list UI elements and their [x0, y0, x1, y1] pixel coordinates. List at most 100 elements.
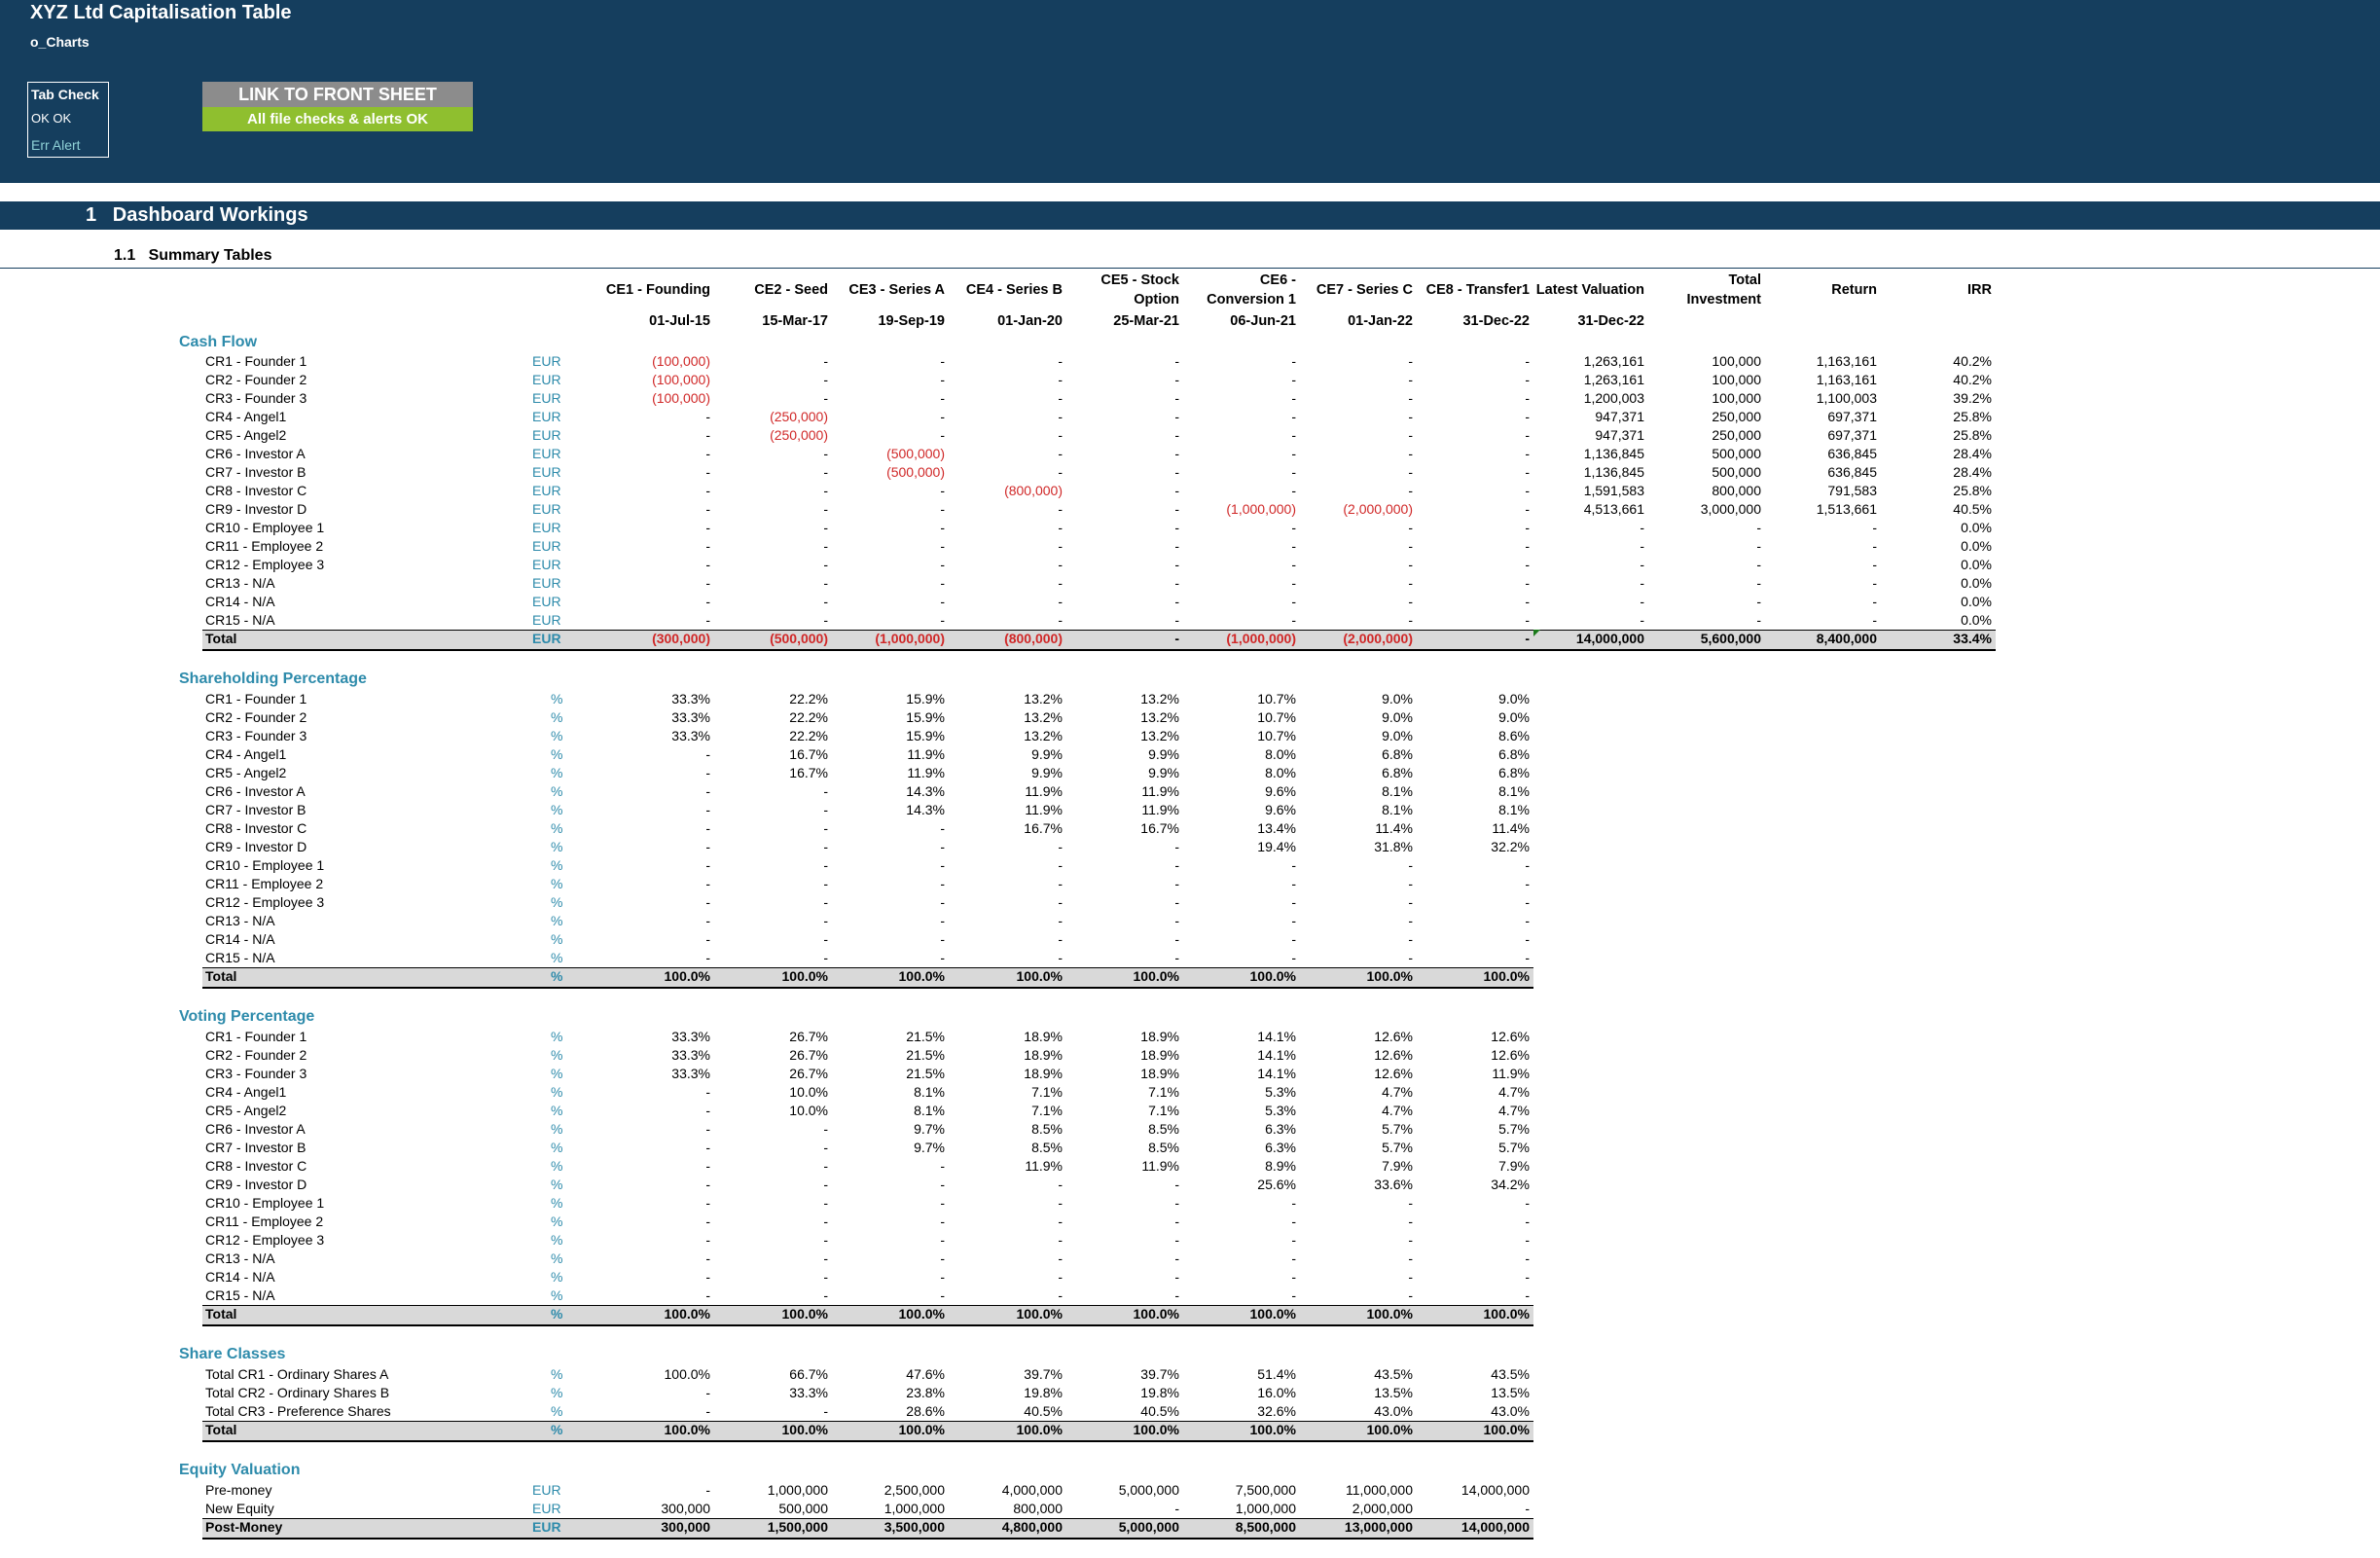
table-row: CR15 - N/A% - - - - - - - -	[0, 949, 2380, 967]
row-value: -	[1408, 427, 1413, 443]
row-value: -	[1291, 446, 1296, 461]
row-value: 28.4%	[1953, 464, 1992, 480]
table-row: CR13 - N/A% - - - - - - - -	[0, 912, 2380, 930]
row-value: 9.6%	[1265, 802, 1296, 817]
row-value: -	[1408, 446, 1413, 461]
link-to-front-sheet-button[interactable]: LINK TO FRONT SHEET	[202, 82, 473, 107]
row-label: Post-Money	[205, 1519, 283, 1535]
table-row: CR8 - Investor C EUR - - - (800,000) - - - - 1,591…	[0, 482, 2380, 500]
row-value: 9.0%	[1498, 691, 1530, 707]
row-value: 100,000	[1712, 390, 1761, 406]
row-value: -	[1756, 557, 1761, 572]
row-value: 5.7%	[1498, 1140, 1530, 1155]
row-value: -	[1408, 575, 1413, 591]
row-value: -	[823, 1232, 828, 1248]
row-value: -	[940, 353, 945, 369]
table-row: CR9 - Investor D% - - - - - 25.6% 33.6% 34.2%	[0, 1176, 2380, 1194]
row-value: 15.9%	[906, 691, 945, 707]
row-value: -	[1408, 520, 1413, 535]
row-value: 13.2%	[1024, 691, 1063, 707]
table-row: CR5 - Angel2% - 10.0% 8.1% 7.1% 7.1% 5.3% 4.7% 4…	[0, 1102, 2380, 1120]
row-value: (800,000)	[1004, 631, 1063, 646]
row-unit: %	[551, 1158, 563, 1174]
table-row: CR6 - Investor A% - - 14.3% 11.9% 11.9% 9.6% 8.…	[0, 782, 2380, 801]
row-value: (1,000,000)	[1226, 631, 1296, 646]
row-value: 11.9%	[1025, 783, 1063, 799]
row-value: -	[1291, 894, 1296, 910]
row-value: -	[1525, 409, 1530, 424]
row-value: -	[940, 483, 945, 498]
row-value: 18.9%	[1024, 1047, 1063, 1063]
row-value: -	[705, 857, 710, 873]
row-value: -	[705, 1195, 710, 1211]
table-row: CR11 - Employee 2% - - - - - - - -	[0, 875, 2380, 893]
row-value: -	[1291, 931, 1296, 947]
table-row: CR1 - Founder 1% 33.3% 22.2% 15.9% 13.2% 13.2…	[0, 690, 2380, 708]
row-value: -	[705, 765, 710, 780]
row-unit: %	[551, 1232, 563, 1248]
row-value: -	[1408, 612, 1413, 628]
row-value: 26.7%	[789, 1029, 828, 1044]
table-row: CR2 - Founder 2% 33.3% 26.7% 21.5% 18.9% 18.9…	[0, 1046, 2380, 1065]
row-value: -	[823, 353, 828, 369]
row-unit: %	[551, 1385, 563, 1400]
row-value: -	[1525, 557, 1530, 572]
row-label: CR13 - N/A	[205, 1250, 275, 1266]
table-row: CR9 - Investor D% - - - - - 19.4% 31.8% 32.2%	[0, 838, 2380, 856]
row-value: -	[940, 372, 945, 387]
row-value: (250,000)	[770, 409, 828, 424]
row-value: 14,000,000	[1460, 1519, 1530, 1535]
row-value: -	[1291, 594, 1296, 609]
row-value: -	[1408, 557, 1413, 572]
row-value: -	[1058, 913, 1063, 928]
row-value: -	[1525, 931, 1530, 947]
row-value: -	[705, 483, 710, 498]
row-value: 8.1%	[1382, 783, 1413, 799]
row-label: CR8 - Investor C	[205, 483, 307, 498]
row-value: -	[705, 1232, 710, 1248]
row-value: -	[823, 390, 828, 406]
row-value: 100.0%	[1133, 1422, 1179, 1437]
row-value: -	[940, 1269, 945, 1285]
row-value: -	[705, 876, 710, 891]
table-row: Pre-money EUR - 1,000,000 2,500,000 4,000,000…	[0, 1481, 2380, 1500]
row-value: -	[940, 931, 945, 947]
row-value: -	[1291, 1232, 1296, 1248]
row-value: -	[1640, 557, 1644, 572]
row-label: CR9 - Investor D	[205, 1177, 307, 1192]
row-value: -	[1525, 446, 1530, 461]
row-value: -	[940, 520, 945, 535]
row-value: -	[1291, 538, 1296, 554]
row-unit: %	[551, 1195, 563, 1211]
row-value: 8.1%	[1382, 802, 1413, 817]
row-value: 6.3%	[1265, 1140, 1296, 1155]
row-value: 8.0%	[1265, 765, 1296, 780]
row-value: -	[823, 783, 828, 799]
row-value: 13.2%	[1024, 709, 1063, 725]
row-value: -	[1058, 1195, 1063, 1211]
row-value: -	[1174, 1269, 1179, 1285]
table-row: CR14 - N/A% - - - - - - - -	[0, 930, 2380, 949]
row-value: -	[1291, 575, 1296, 591]
row-label: CR3 - Founder 3	[205, 1066, 307, 1081]
row-value: 11.4%	[1492, 820, 1530, 836]
table-row: CR7 - Investor B% - - 14.3% 11.9% 11.9% 9.6% 8.…	[0, 801, 2380, 819]
row-value: 4.7%	[1382, 1084, 1413, 1100]
row-value: -	[1525, 631, 1530, 646]
row-label: CR4 - Angel1	[205, 409, 287, 424]
row-value: (100,000)	[652, 390, 710, 406]
row-value: 13,000,000	[1344, 1519, 1413, 1535]
row-value: -	[1525, 1232, 1530, 1248]
row-value: -	[705, 1385, 710, 1400]
row-value: -	[1291, 427, 1296, 443]
row-value: 16.7%	[1024, 820, 1063, 836]
row-value: 636,845	[1827, 464, 1877, 480]
row-value: -	[705, 446, 710, 461]
row-value: -	[1408, 1287, 1413, 1303]
row-value: -	[1174, 464, 1179, 480]
tab-check-box: Tab Check OK OK Err Alert	[27, 82, 109, 158]
row-unit: %	[551, 894, 563, 910]
row-value: 14.1%	[1257, 1066, 1296, 1081]
row-value: 11,000,000	[1345, 1482, 1413, 1498]
row-value: -	[705, 1103, 710, 1118]
